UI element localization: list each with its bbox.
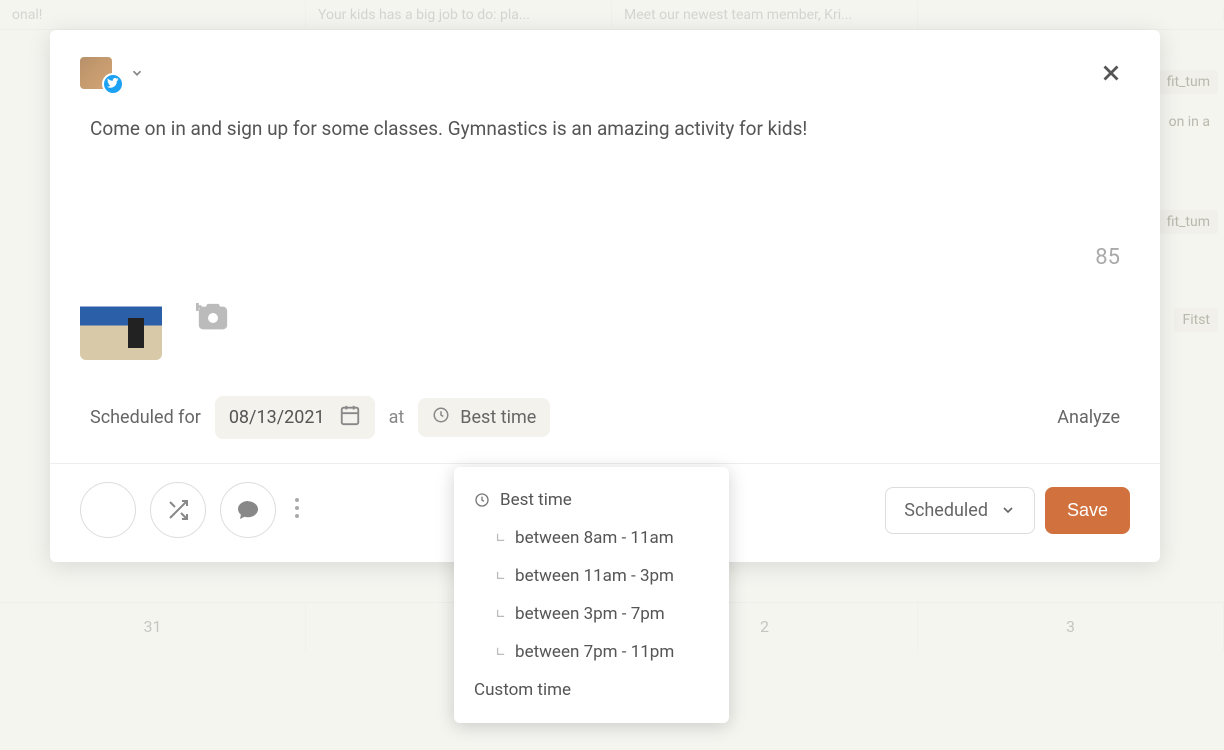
scheduled-for-label: Scheduled for bbox=[90, 407, 201, 428]
add-image-button[interactable] bbox=[190, 297, 236, 342]
more-menu[interactable] bbox=[290, 496, 304, 524]
status-dropdown[interactable]: Scheduled bbox=[885, 487, 1035, 534]
tree-icon: ∟ bbox=[496, 529, 505, 547]
emoji-button[interactable] bbox=[80, 482, 136, 538]
tree-icon: ∟ bbox=[496, 567, 505, 585]
dd-label: between 3pm - 7pm bbox=[515, 604, 665, 624]
twitter-icon bbox=[102, 73, 124, 95]
calendar-icon bbox=[339, 404, 361, 431]
dd-slot-2[interactable]: ∟ between 11am - 3pm bbox=[454, 557, 729, 595]
close-icon bbox=[1098, 60, 1124, 86]
date-picker[interactable]: 08/13/2021 bbox=[215, 396, 375, 439]
shuffle-icon bbox=[166, 498, 190, 522]
dd-label: between 7pm - 11pm bbox=[515, 642, 674, 662]
comment-button[interactable] bbox=[220, 482, 276, 538]
clock-icon bbox=[474, 492, 490, 508]
shuffle-button[interactable] bbox=[150, 482, 206, 538]
dd-custom-time[interactable]: Custom time bbox=[454, 671, 729, 709]
chevron-down-icon bbox=[130, 66, 144, 84]
compose-textarea[interactable]: Come on in and sign up for some classes.… bbox=[50, 105, 1160, 245]
analyze-link[interactable]: Analyze bbox=[1057, 407, 1120, 428]
dd-slot-4[interactable]: ∟ between 7pm - 11pm bbox=[454, 633, 729, 671]
clock-icon bbox=[432, 406, 450, 429]
time-picker[interactable]: Best time bbox=[418, 398, 550, 437]
close-button[interactable] bbox=[1092, 54, 1130, 95]
comment-icon bbox=[236, 498, 260, 522]
tree-icon: ∟ bbox=[496, 643, 505, 661]
emoji-icon bbox=[97, 499, 119, 521]
time-value: Best time bbox=[460, 407, 536, 428]
dd-best-time[interactable]: Best time bbox=[454, 481, 729, 519]
dd-label: Best time bbox=[500, 490, 572, 510]
date-value: 08/13/2021 bbox=[229, 407, 325, 428]
character-count: 85 bbox=[1095, 245, 1120, 270]
dots-vertical-icon bbox=[294, 496, 300, 520]
status-label: Scheduled bbox=[904, 500, 988, 521]
time-dropdown: Best time ∟ between 8am - 11am ∟ between… bbox=[454, 467, 729, 723]
dd-label: between 8am - 11am bbox=[515, 528, 674, 548]
dd-slot-3[interactable]: ∟ between 3pm - 7pm bbox=[454, 595, 729, 633]
at-label: at bbox=[389, 407, 405, 428]
account-selector[interactable] bbox=[80, 57, 144, 93]
save-button[interactable]: Save bbox=[1045, 487, 1130, 534]
tree-icon: ∟ bbox=[496, 605, 505, 623]
dd-slot-1[interactable]: ∟ between 8am - 11am bbox=[454, 519, 729, 557]
dd-label: between 11am - 3pm bbox=[515, 566, 674, 586]
media-thumbnail[interactable] bbox=[80, 278, 162, 360]
chevron-down-icon bbox=[1000, 502, 1016, 518]
dd-label: Custom time bbox=[474, 680, 571, 700]
camera-plus-icon bbox=[196, 303, 230, 333]
